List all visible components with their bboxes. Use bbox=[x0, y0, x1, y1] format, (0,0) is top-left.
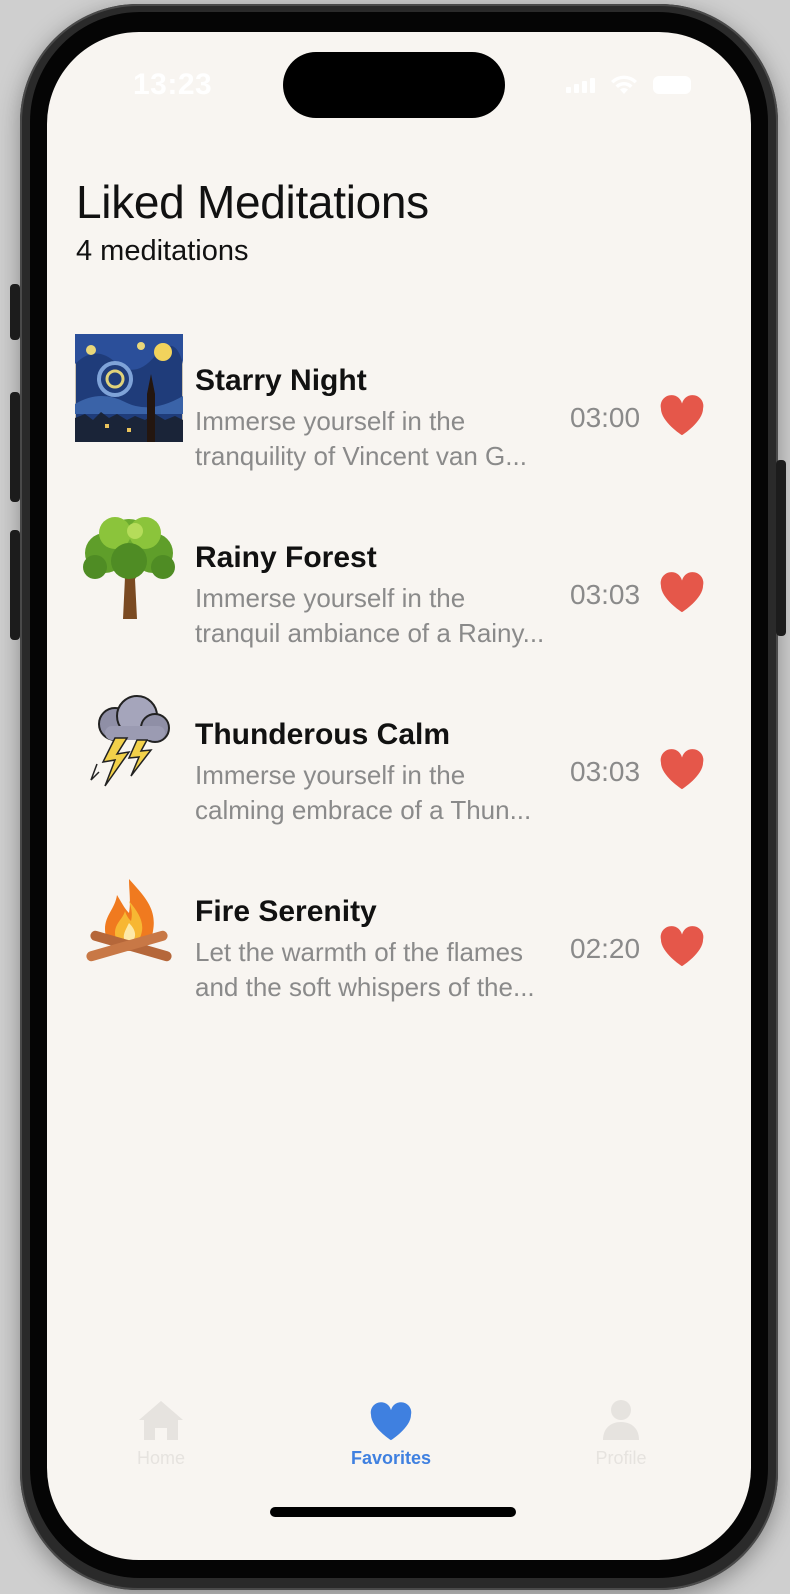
list-item[interactable]: Rainy Forest Immerse yourself in the tra… bbox=[47, 491, 751, 668]
meditation-description: Immerse yourself in the calming embrace … bbox=[195, 758, 565, 828]
dynamic-island bbox=[283, 52, 505, 118]
battery-icon bbox=[653, 76, 691, 94]
list-item[interactable]: Starry Night Immerse yourself in the tra… bbox=[47, 314, 751, 491]
wifi-icon bbox=[611, 75, 637, 94]
heart-icon[interactable] bbox=[659, 925, 705, 969]
tab-bar: Home Favorites Profile bbox=[47, 1392, 751, 1482]
meditation-title: Fire Serenity bbox=[195, 895, 377, 928]
meditation-title: Thunderous Calm bbox=[195, 718, 451, 751]
status-time: 13:23 bbox=[133, 68, 213, 101]
meditation-duration: 02:20 bbox=[570, 933, 641, 964]
tab-profile[interactable]: Profile bbox=[561, 1392, 681, 1469]
volume-up-button bbox=[10, 392, 20, 502]
description-line: Immerse yourself in the bbox=[195, 760, 466, 790]
power-button bbox=[776, 460, 786, 636]
tree-icon bbox=[83, 517, 175, 619]
starry-night-thumbnail bbox=[75, 334, 183, 442]
cellular-signal-icon bbox=[566, 77, 595, 93]
action-button bbox=[10, 284, 20, 340]
tab-favorites[interactable]: Favorites bbox=[331, 1392, 451, 1469]
description-line: Immerse yourself in the bbox=[195, 583, 466, 613]
campfire-icon bbox=[86, 879, 172, 962]
meditation-description: Let the warmth of the flames and the sof… bbox=[195, 935, 565, 1005]
heart-icon[interactable] bbox=[659, 748, 705, 792]
meditation-list: Starry Night Immerse yourself in the tra… bbox=[47, 314, 751, 1022]
description-line: tranquility of Vincent van G... bbox=[195, 441, 527, 471]
description-line: calming embrace of a Thun... bbox=[195, 795, 532, 825]
description-line: tranquil ambiance of a Rainy... bbox=[195, 618, 545, 648]
tab-label: Favorites bbox=[350, 1448, 432, 1468]
page-title: Liked Meditations bbox=[76, 176, 429, 228]
description-line: Let the warmth of the flames bbox=[195, 937, 524, 967]
meditation-description: Immerse yourself in the tranquil ambianc… bbox=[195, 581, 565, 651]
meditation-duration: 03:03 bbox=[570, 579, 641, 610]
home-indicator[interactable] bbox=[270, 1507, 516, 1517]
list-item[interactable]: Fire Serenity Let the warmth of the flam… bbox=[47, 845, 751, 1022]
description-line: Immerse yourself in the bbox=[195, 406, 466, 436]
meditation-description: Immerse yourself in the tranquility of V… bbox=[195, 404, 565, 474]
volume-down-button bbox=[10, 530, 20, 640]
storm-cloud-icon bbox=[90, 695, 170, 787]
list-item[interactable]: Thunderous Calm Immerse yourself in the … bbox=[47, 668, 751, 845]
tab-home[interactable]: Home bbox=[101, 1392, 221, 1469]
description-line: and the soft whispers of the... bbox=[195, 972, 535, 1002]
status-icons bbox=[566, 74, 691, 96]
tab-label: Profile bbox=[595, 1448, 647, 1468]
meditation-duration: 03:00 bbox=[570, 402, 641, 433]
meditation-title: Starry Night bbox=[195, 364, 367, 397]
meditation-duration: 03:03 bbox=[570, 756, 641, 787]
heart-icon[interactable] bbox=[659, 571, 705, 615]
heart-icon bbox=[370, 1402, 412, 1441]
heart-icon[interactable] bbox=[659, 394, 705, 438]
meditation-count: 4 meditations bbox=[76, 235, 249, 267]
tab-label: Home bbox=[136, 1448, 185, 1468]
house-icon bbox=[139, 1401, 183, 1440]
meditation-title: Rainy Forest bbox=[195, 541, 377, 574]
app-screen: 13:23 Liked Meditations 4 meditations St… bbox=[47, 32, 751, 1560]
person-icon bbox=[603, 1400, 639, 1440]
